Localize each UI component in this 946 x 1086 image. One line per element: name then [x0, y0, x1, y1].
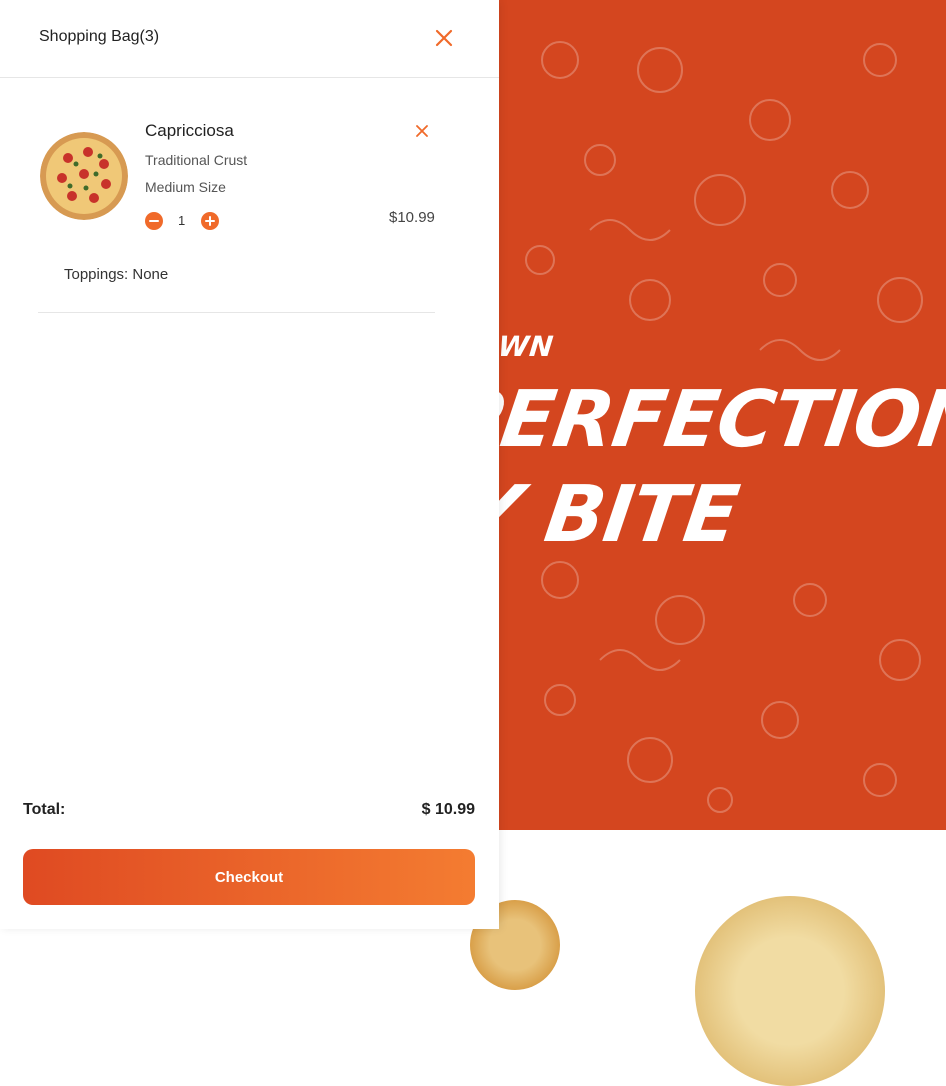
total-label: Total: — [23, 801, 66, 818]
plus-icon — [205, 216, 215, 226]
pizza-image — [695, 896, 885, 1086]
total-value: $ 10.99 — [421, 801, 475, 818]
decrease-quantity-button[interactable] — [145, 212, 163, 230]
drawer-title: Shopping Bag(3) — [39, 28, 160, 45]
item-name: Capricciosa — [145, 121, 234, 140]
drawer-header: Shopping Bag(3) — [0, 0, 499, 78]
item-toppings: Toppings: None — [64, 266, 169, 283]
cart-item: Capricciosa Traditional Crust Medium Siz… — [38, 108, 435, 313]
increase-quantity-button[interactable] — [201, 212, 219, 230]
pizza-image — [40, 132, 128, 220]
item-crust: Traditional Crust — [145, 152, 248, 168]
item-price: $10.99 — [389, 209, 435, 226]
close-icon — [416, 125, 428, 137]
close-drawer-button[interactable] — [430, 24, 458, 52]
quantity-value: 1 — [178, 213, 186, 228]
close-icon — [435, 29, 453, 47]
remove-item-button[interactable] — [413, 122, 431, 140]
shopping-bag-drawer: Shopping Bag(3) Capricciosa Traditional … — [0, 0, 499, 929]
checkout-button[interactable]: Checkout — [23, 849, 475, 905]
item-size: Medium Size — [145, 179, 226, 195]
minus-icon — [149, 220, 159, 222]
